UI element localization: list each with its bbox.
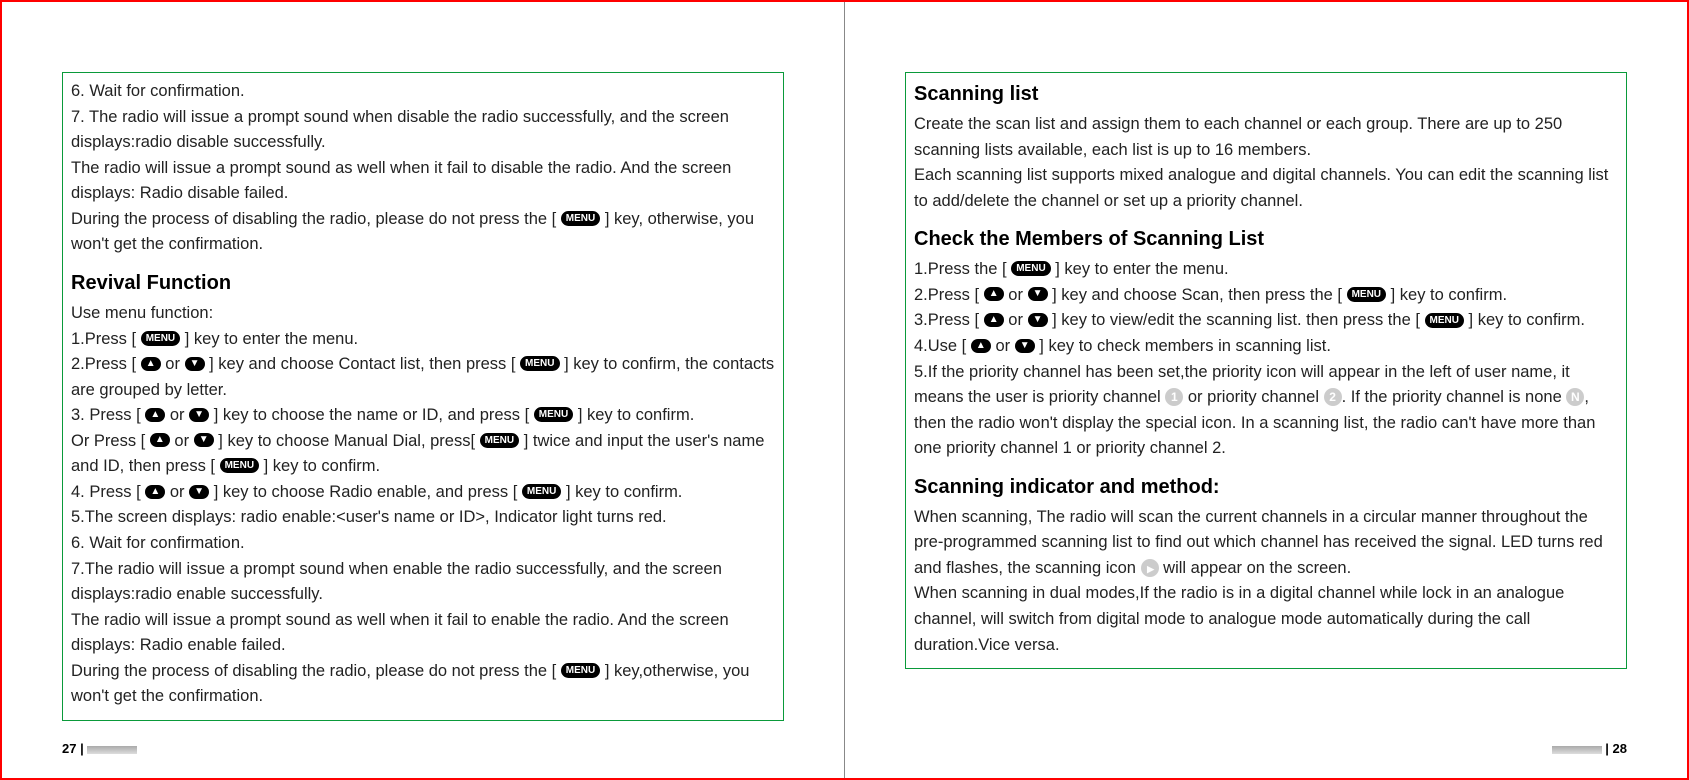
menu-key-icon	[220, 458, 259, 473]
left-content: 6. Wait for confirmation. 7. The radio w…	[62, 72, 784, 721]
down-arrow-icon	[189, 408, 209, 422]
up-arrow-icon	[145, 485, 165, 499]
menu-key-icon	[1011, 261, 1050, 276]
menu-key-icon	[520, 356, 559, 371]
menu-key-icon	[561, 663, 600, 678]
text: or	[165, 406, 189, 424]
text: 6. Wait for confirmation.	[71, 82, 245, 100]
up-arrow-icon	[971, 339, 991, 353]
text: ] key to enter the menu.	[1051, 260, 1229, 278]
text: or priority channel	[1183, 388, 1323, 406]
text: ] key and choose Scan, then press the [	[1048, 286, 1347, 304]
heading-revival-function: Revival Function	[71, 268, 231, 299]
page-bar-icon	[87, 746, 137, 754]
text: 4. Press [	[71, 483, 145, 501]
text: During the process of disabling the radi…	[71, 662, 561, 680]
text: When scanning in dual modes,If the radio…	[914, 584, 1564, 653]
text: ] key and choose Contact list, then pres…	[205, 355, 521, 373]
down-arrow-icon	[1028, 313, 1048, 327]
heading-scanning-indicator: Scanning indicator and method:	[914, 472, 1220, 503]
text: ] key to view/edit the scanning list. th…	[1048, 311, 1425, 329]
text: 2.Press [	[71, 355, 141, 373]
text: Each scanning list supports mixed analog…	[914, 166, 1608, 210]
text: ] key to confirm.	[561, 483, 682, 501]
text: ] key to choose Manual Dial, press[	[214, 432, 480, 450]
text: 2.Press [	[914, 286, 984, 304]
text: 1.Press the [	[914, 260, 1011, 278]
text: Or Press [	[71, 432, 150, 450]
priority-none-icon: N	[1566, 388, 1584, 406]
text: 7.The radio will issue a prompt sound wh…	[71, 560, 722, 604]
up-arrow-icon	[141, 357, 161, 371]
up-arrow-icon	[984, 313, 1004, 327]
text: or	[170, 432, 194, 450]
up-arrow-icon	[984, 287, 1004, 301]
page-number-left: 27 |	[62, 741, 140, 756]
text: ] key to confirm.	[1386, 286, 1507, 304]
text: Create the scan list and assign them to …	[914, 115, 1562, 159]
right-page: Scanning list Create the scan list and a…	[844, 2, 1687, 778]
text: 5.The screen displays: radio enable:<use…	[71, 508, 667, 526]
text: Use menu function:	[71, 304, 213, 322]
text: 3.Press [	[914, 311, 984, 329]
text: ] key to confirm.	[259, 457, 380, 475]
heading-check-members: Check the Members of Scanning List	[914, 224, 1264, 255]
text: 1.Press [	[71, 330, 141, 348]
page-bar-icon	[1552, 746, 1602, 754]
down-arrow-icon	[185, 357, 205, 371]
text: or	[1004, 311, 1028, 329]
menu-key-icon	[480, 433, 519, 448]
down-arrow-icon	[1028, 287, 1048, 301]
text: 3. Press [	[71, 406, 145, 424]
scan-play-icon	[1141, 559, 1159, 577]
text: ] key to choose the name or ID, and pres…	[209, 406, 534, 424]
text: or	[161, 355, 185, 373]
text: 4.Use [	[914, 337, 971, 355]
page-number-right: | 28	[1549, 741, 1627, 756]
left-page: 6. Wait for confirmation. 7. The radio w…	[2, 2, 844, 778]
manual-spread: 6. Wait for confirmation. 7. The radio w…	[0, 0, 1689, 780]
text: The radio will issue a prompt sound as w…	[71, 159, 731, 203]
text: The radio will issue a prompt sound as w…	[71, 611, 729, 655]
menu-key-icon	[141, 331, 180, 346]
text: or	[1004, 286, 1028, 304]
heading-scanning-list: Scanning list	[914, 79, 1038, 110]
text: ] key to enter the menu.	[180, 330, 358, 348]
menu-key-icon	[534, 407, 573, 422]
down-arrow-icon	[194, 433, 214, 447]
text: will appear on the screen.	[1159, 559, 1352, 577]
text: or	[991, 337, 1015, 355]
menu-key-icon	[522, 484, 561, 499]
right-content: Scanning list Create the scan list and a…	[905, 72, 1627, 669]
text: ] key to confirm.	[1464, 311, 1585, 329]
text: 7. The radio will issue a prompt sound w…	[71, 108, 729, 152]
up-arrow-icon	[150, 433, 170, 447]
text: ] key to check members in scanning list.	[1035, 337, 1331, 355]
text: ] key to choose Radio enable, and press …	[209, 483, 522, 501]
page-number: 28	[1613, 741, 1627, 756]
priority-1-icon: 1	[1165, 388, 1183, 406]
down-arrow-icon	[1015, 339, 1035, 353]
page-number: 27	[62, 741, 76, 756]
up-arrow-icon	[145, 408, 165, 422]
menu-key-icon	[1347, 287, 1386, 302]
text: 6. Wait for confirmation.	[71, 534, 245, 552]
text: or	[165, 483, 189, 501]
menu-key-icon	[561, 211, 600, 226]
text: ] key to confirm.	[573, 406, 694, 424]
text: During the process of disabling the radi…	[71, 210, 561, 228]
priority-2-icon: 2	[1324, 388, 1342, 406]
down-arrow-icon	[189, 485, 209, 499]
text: . If the priority channel is none	[1342, 388, 1567, 406]
menu-key-icon	[1425, 313, 1464, 328]
